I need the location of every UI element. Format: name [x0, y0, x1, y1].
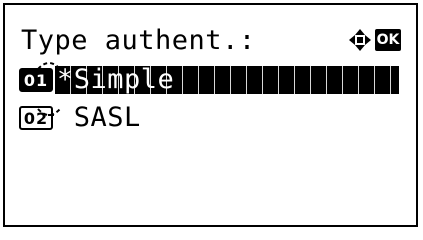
- lcd-panel: Type authent.: OK 01 *Simple 02 SASL: [3, 3, 418, 227]
- option-label: *Simple: [57, 64, 175, 95]
- four-way-arrow-icon: [349, 29, 371, 51]
- option-number-badge: 02: [19, 106, 53, 130]
- option-label: SASL: [57, 102, 141, 133]
- option-simple[interactable]: 01 *Simple: [19, 66, 399, 94]
- screen-title: Type authent.:: [21, 25, 256, 56]
- navigation-hint: OK: [347, 27, 401, 53]
- option-sasl[interactable]: 02 SASL: [19, 104, 141, 132]
- selection-highlight: *Simple: [55, 66, 399, 94]
- option-number-badge: 01: [19, 68, 53, 92]
- ok-key-icon: OK: [375, 29, 401, 51]
